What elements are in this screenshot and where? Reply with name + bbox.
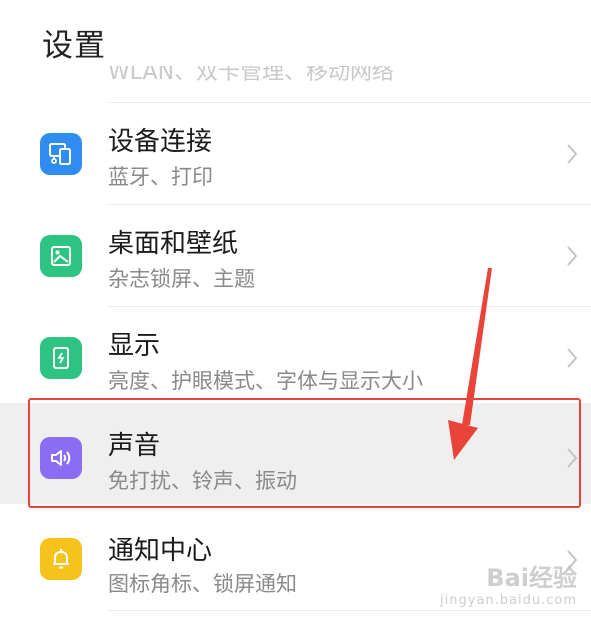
settings-item-display[interactable]: 显示 亮度、护眼模式、字体与显示大小 (0, 307, 591, 408)
settings-item-subtitle: 亮度、护眼模式、字体与显示大小 (108, 369, 423, 393)
chevron-right-icon (567, 246, 578, 266)
chevron-right-icon (567, 144, 578, 164)
notification-bell-icon (40, 538, 82, 580)
device-connect-icon (40, 133, 82, 175)
chevron-right-icon (567, 348, 578, 368)
settings-item-title: 桌面和壁纸 (108, 229, 239, 259)
settings-item-subtitle: 图标角标、锁屏通知 (108, 572, 297, 596)
watermark-url: jingyan.baidu.com (440, 593, 577, 608)
partial-list-item-label: WLAN、双卡管理、移动网络 (108, 66, 395, 85)
settings-item-subtitle: 蓝牙、打印 (108, 165, 213, 189)
settings-item-device-connection[interactable]: 设备连接 蓝牙、打印 (0, 103, 591, 204)
highlight-box (28, 398, 581, 508)
settings-item-home-wallpaper[interactable]: 桌面和壁纸 杂志锁屏、主题 (0, 205, 591, 306)
divider (108, 610, 591, 611)
settings-item-title: 显示 (108, 331, 161, 361)
display-icon (40, 337, 82, 379)
watermark: Bai经验 jingyan.baidu.com (440, 558, 577, 608)
settings-item-subtitle: 杂志锁屏、主题 (108, 267, 255, 291)
settings-item-title: 设备连接 (108, 127, 213, 157)
watermark-logo: Bai经验 (486, 564, 577, 592)
page-title: 设置 (42, 28, 106, 64)
wallpaper-icon (40, 235, 82, 277)
settings-item-title: 通知中心 (108, 536, 213, 566)
